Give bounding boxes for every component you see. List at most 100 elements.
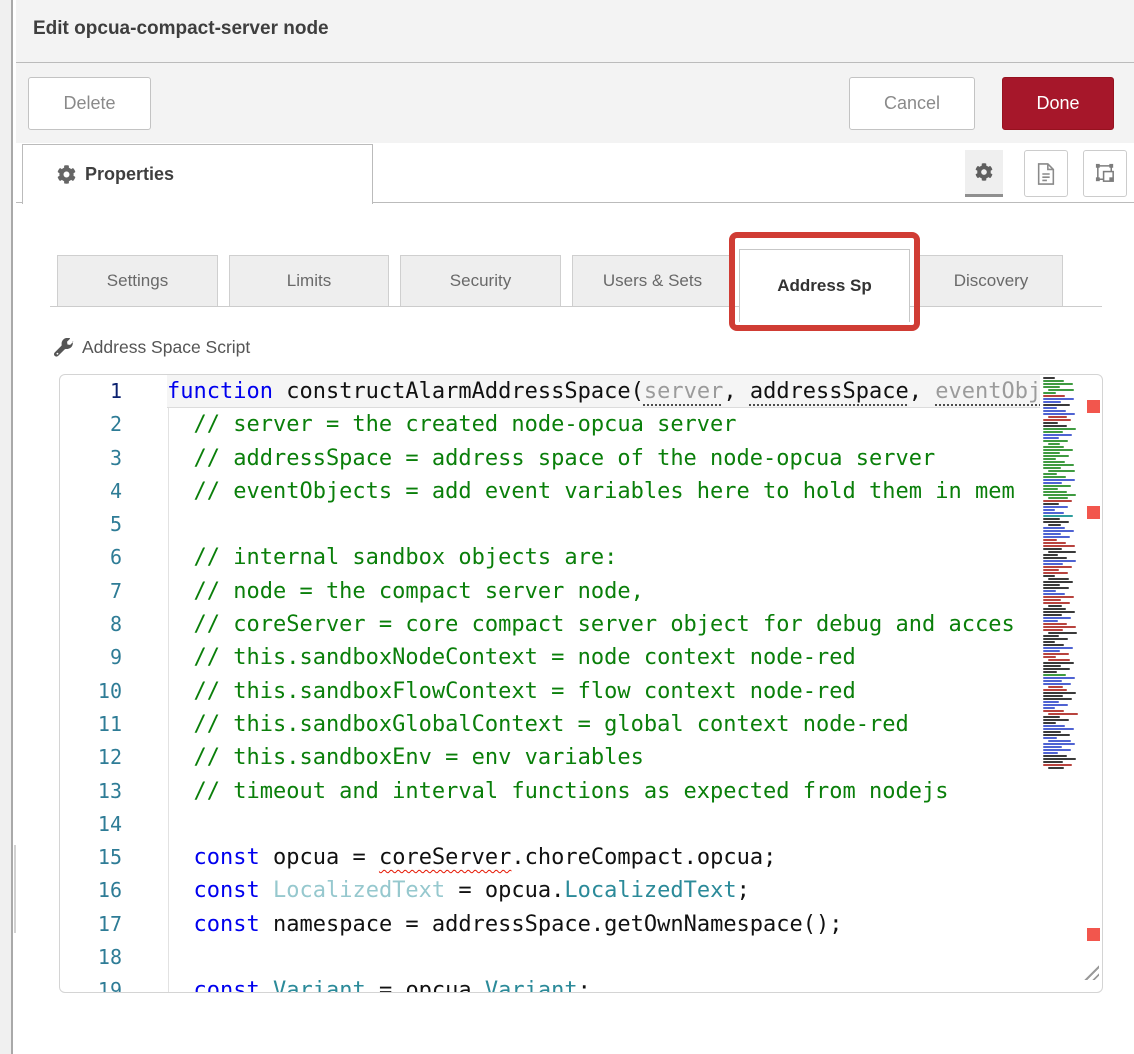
minimap-line: [1043, 467, 1061, 469]
minimap-line: [1048, 497, 1068, 499]
minimap-line: [1043, 734, 1070, 736]
line-number: 5: [60, 508, 122, 541]
minimap-line: [1043, 527, 1065, 529]
gear-icon: [57, 165, 76, 184]
minimap-line: [1043, 764, 1072, 766]
line-number: 14: [60, 808, 122, 841]
minimap-line: [1043, 725, 1065, 727]
minimap-line: [1043, 662, 1074, 664]
minimap-line: [1043, 536, 1070, 538]
code-line: [167, 941, 1040, 974]
tab-users-sets[interactable]: Users & Sets: [572, 255, 733, 307]
minimap-line: [1043, 707, 1055, 709]
code-line: // internal sandbox objects are:: [167, 541, 1040, 574]
resize-grip[interactable]: [1080, 961, 1099, 980]
minimap-line: [1043, 521, 1069, 523]
minimap-line: [1048, 551, 1076, 553]
minimap-line: [1043, 494, 1076, 496]
node-properties-button[interactable]: [965, 150, 1003, 197]
code-line: const namespace = addressSpace.getOwnNam…: [167, 908, 1040, 941]
minimap-line: [1043, 758, 1076, 760]
tab-address-sp[interactable]: Address Sp: [739, 249, 910, 322]
minimap-line: [1043, 509, 1055, 511]
minimap-line: [1043, 557, 1067, 559]
properties-panel: SettingsLimitsSecurityUsers & SetsAddres…: [16, 203, 1134, 1054]
header-divider: [16, 62, 1134, 63]
minimap-line: [1048, 659, 1070, 661]
line-number: 16: [60, 874, 122, 907]
code-line: // server = the created node-opcua serve…: [167, 408, 1040, 441]
dialog-title: Edit opcua-compact-server node: [33, 18, 329, 40]
minimap-line: [1048, 740, 1071, 742]
minimap-line: [1043, 638, 1068, 640]
minimap-line: [1043, 608, 1066, 610]
minimap-line: [1043, 644, 1064, 646]
minimap-line: [1043, 542, 1066, 544]
minimap-line: [1043, 491, 1067, 493]
tab-limits[interactable]: Limits: [229, 255, 389, 307]
line-number: 2: [60, 408, 122, 441]
minimap-line: [1043, 656, 1056, 658]
document-icon: [1035, 162, 1057, 186]
tab-security[interactable]: Security: [400, 255, 561, 307]
workspace-scrollbar-track[interactable]: [0, 0, 13, 1054]
line-number: 8: [60, 608, 122, 641]
minimap-line: [1043, 683, 1071, 685]
minimap-line: [1043, 422, 1058, 424]
code-line: // coreServer = core compact server obje…: [167, 608, 1040, 641]
minimap[interactable]: [1041, 377, 1079, 770]
minimap-line: [1043, 407, 1057, 409]
tab-discovery[interactable]: Discovery: [919, 255, 1063, 307]
minimap-line: [1043, 623, 1067, 625]
delete-button[interactable]: Delete: [28, 77, 151, 130]
node-description-button[interactable]: [1024, 150, 1068, 197]
minimap-line: [1043, 488, 1058, 490]
minimap-line: [1043, 530, 1074, 532]
minimap-line: [1043, 614, 1062, 616]
minimap-line: [1043, 455, 1069, 457]
error-marker: [1087, 506, 1100, 519]
code-editor[interactable]: 12345678910111213141516171819 function c…: [59, 374, 1103, 993]
tab-row-baseline: [50, 306, 1102, 307]
minimap-line: [1043, 626, 1076, 628]
minimap-line: [1043, 377, 1055, 379]
minimap-line: [1043, 425, 1067, 427]
minimap-line: [1043, 599, 1061, 601]
code-line: // this.sandboxEnv = env variables: [167, 741, 1040, 774]
minimap-line: [1043, 692, 1076, 694]
tab-properties-label: Properties: [85, 164, 174, 185]
node-appearance-button[interactable]: [1083, 150, 1127, 197]
minimap-line: [1048, 416, 1067, 418]
minimap-line: [1043, 446, 1064, 448]
done-button[interactable]: Done: [1002, 77, 1114, 130]
minimap-line: [1043, 590, 1056, 592]
minimap-line: [1043, 452, 1060, 454]
minimap-line: [1043, 515, 1073, 517]
minimap-line: [1043, 722, 1056, 724]
minimap-line: [1043, 596, 1074, 598]
tab-settings[interactable]: Settings: [57, 255, 218, 307]
code-line: // this.sandboxFlowContext = flow contex…: [167, 675, 1040, 708]
tab-properties[interactable]: Properties: [22, 144, 373, 204]
cancel-button[interactable]: Cancel: [849, 77, 975, 130]
minimap-line: [1048, 686, 1063, 688]
line-number: 12: [60, 741, 122, 774]
code-line: const Variant = opcua.Variant;: [167, 974, 1040, 993]
line-number: 3: [60, 442, 122, 475]
minimap-line: [1043, 437, 1059, 439]
line-numbers: 12345678910111213141516171819: [60, 375, 122, 993]
minimap-line: [1043, 404, 1070, 406]
line-number: 1: [60, 375, 122, 408]
minimap-line: [1043, 710, 1064, 712]
minimap-line: [1043, 512, 1064, 514]
line-number: 6: [60, 541, 122, 574]
minimap-line: [1043, 449, 1073, 451]
minimap-line: [1043, 737, 1057, 739]
minimap-line: [1048, 470, 1075, 472]
code-area[interactable]: function constructAlarmAddressSpace(serv…: [167, 375, 1040, 993]
line-number: 11: [60, 708, 122, 741]
minimap-line: [1043, 575, 1055, 577]
minimap-line: [1043, 695, 1063, 697]
minimap-line: [1048, 578, 1069, 580]
minimap-line: [1043, 401, 1061, 403]
